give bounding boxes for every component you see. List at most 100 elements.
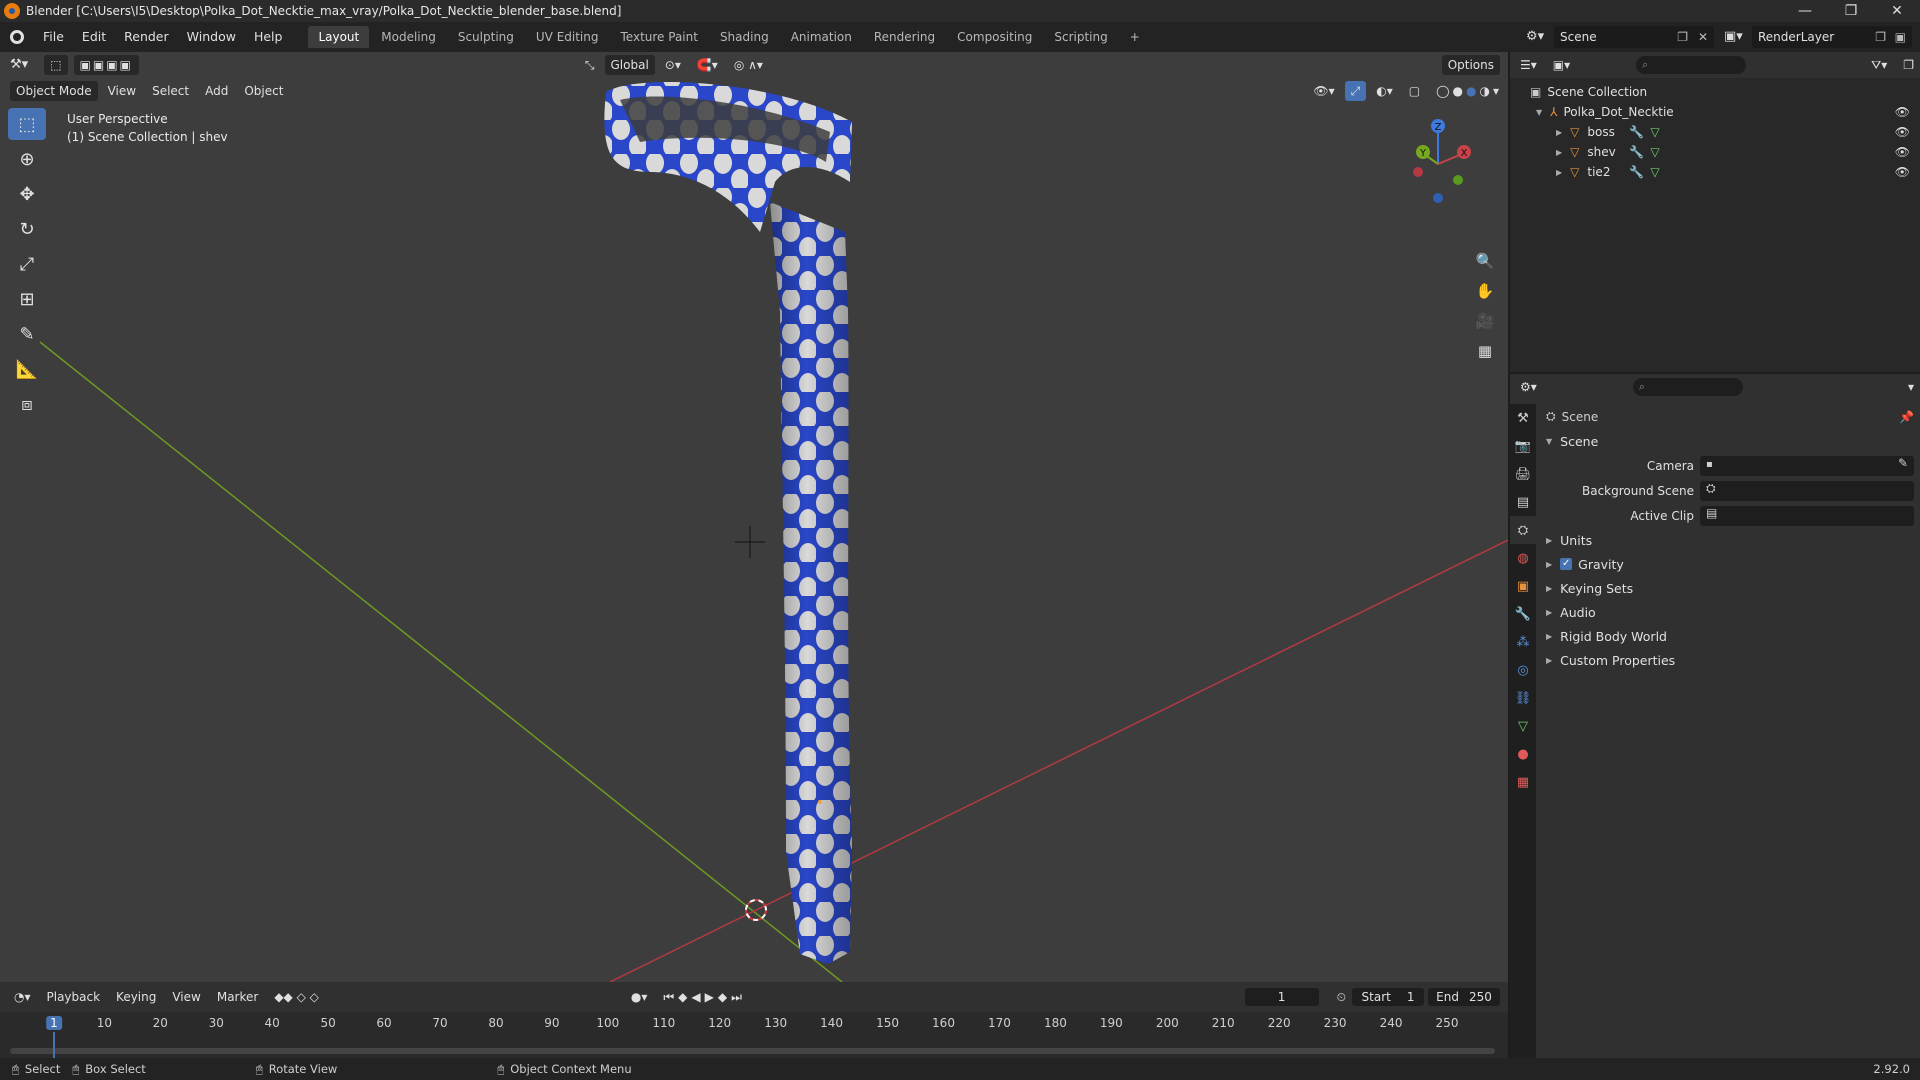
transform-orientation-icon[interactable]: ⤡: [579, 55, 601, 75]
auto-keying-icon[interactable]: ●▾: [625, 987, 654, 1007]
mesh-data-icon[interactable]: ▽: [1650, 165, 1659, 179]
expand-arrow-icon[interactable]: ▶: [1556, 168, 1562, 177]
visibility-eye-icon[interactable]: 👁: [1895, 105, 1910, 119]
panel-expand-icon[interactable]: ▶: [1546, 632, 1552, 641]
render-layer-selector[interactable]: RenderLayer ❐ ▣: [1752, 26, 1912, 48]
audio-panel[interactable]: ▶ Audio: [1540, 600, 1920, 624]
new-collection-icon[interactable]: ❐: [1897, 55, 1920, 75]
object-mode-dropdown[interactable]: Object Mode: [10, 81, 98, 101]
visibility-eye-icon[interactable]: 👁: [1895, 165, 1910, 179]
modifier-wrench-icon[interactable]: 🔧: [1629, 125, 1644, 139]
add-menu[interactable]: Add: [199, 81, 234, 101]
add-workspace-button[interactable]: +: [1120, 26, 1150, 48]
custom-properties-panel[interactable]: ▶ Custom Properties: [1540, 648, 1920, 672]
keyframe-icons[interactable]: ◆◆ ◇ ◇: [268, 987, 325, 1007]
scene-type-icon[interactable]: ⚙▾: [1526, 26, 1554, 48]
workspace-tab-rendering[interactable]: Rendering: [864, 26, 945, 48]
close-button[interactable]: ✕: [1874, 0, 1920, 22]
snap-icon[interactable]: 🧲▾: [691, 55, 724, 75]
perspective-toggle-icon[interactable]: ▦: [1472, 338, 1498, 364]
properties-search-field[interactable]: ⌕: [1632, 378, 1743, 396]
rotate-tool-icon[interactable]: ↻: [8, 213, 46, 245]
expand-arrow-icon[interactable]: ▶: [1556, 128, 1562, 137]
object-menu[interactable]: Object: [238, 81, 289, 101]
pivot-icon[interactable]: ⊙▾: [659, 55, 687, 75]
properties-options-icon[interactable]: ▾: [1902, 377, 1920, 397]
editor-type-icon[interactable]: ⚒▾: [4, 55, 34, 75]
add-cube-tool-icon[interactable]: ⧈: [8, 388, 46, 420]
playback-menu[interactable]: Playback: [41, 987, 107, 1007]
outliner-row-object[interactable]: ▶ ▽ boss 🔧 ▽ 👁: [1510, 122, 1920, 142]
timeline-editor-type-icon[interactable]: ◔▾: [8, 987, 37, 1007]
panel-expand-icon[interactable]: ▶: [1546, 608, 1552, 617]
pin-icon[interactable]: 📌: [1899, 410, 1914, 424]
particles-tab-icon[interactable]: ⁂: [1510, 628, 1536, 656]
viewport-scene[interactable]: [0, 52, 1508, 982]
modifier-tab-icon[interactable]: 🔧: [1510, 600, 1536, 628]
current-frame-field[interactable]: 1: [1244, 988, 1319, 1006]
tool-tab-icon[interactable]: ⚒: [1510, 404, 1536, 432]
world-tab-icon[interactable]: ◍: [1510, 544, 1536, 572]
workspace-tab-sculpting[interactable]: Sculpting: [448, 26, 524, 48]
menu-render[interactable]: Render: [115, 22, 178, 52]
shading-modes-icons[interactable]: ◯●●◑▾: [1430, 81, 1508, 101]
camera-field[interactable]: ▪ ✎: [1700, 455, 1914, 476]
workspace-tab-animation[interactable]: Animation: [781, 26, 862, 48]
xray-icon[interactable]: ▢: [1403, 81, 1426, 101]
panel-expand-icon[interactable]: ▶: [1546, 584, 1552, 593]
timeline-view-menu[interactable]: View: [166, 987, 206, 1007]
select-menu[interactable]: Select: [146, 81, 195, 101]
proportional-edit-icon[interactable]: ◎ ∧▾: [728, 55, 769, 75]
axis-gizmo[interactable]: Z X Y: [1388, 112, 1508, 222]
select-box-tool-icon[interactable]: ⬚: [8, 108, 46, 140]
remove-layer-icon[interactable]: ▣: [1895, 30, 1906, 44]
scene-panel-header[interactable]: ▼ Scene: [1540, 429, 1920, 453]
minimize-button[interactable]: —: [1782, 0, 1828, 22]
zoom-icon[interactable]: 🔍: [1472, 248, 1498, 274]
active-clip-field[interactable]: ▤: [1700, 505, 1914, 526]
panel-expand-icon[interactable]: ▶: [1546, 656, 1552, 665]
modifier-wrench-icon[interactable]: 🔧: [1629, 145, 1644, 159]
overlay-icon[interactable]: ◐▾: [1370, 81, 1399, 101]
gravity-checkbox[interactable]: ✓: [1560, 558, 1573, 570]
eyedropper-icon[interactable]: ✎: [1898, 456, 1908, 470]
annotate-tool-icon[interactable]: ✎: [8, 318, 46, 350]
render-tab-icon[interactable]: 📷: [1510, 432, 1536, 460]
outliner-editor-type-icon[interactable]: ☰▾: [1514, 55, 1543, 75]
keying-menu[interactable]: Keying: [110, 987, 162, 1007]
copy-layer-icon[interactable]: ❐: [1875, 30, 1886, 44]
empty-object[interactable]: [735, 526, 765, 558]
material-tab-icon[interactable]: ●: [1510, 740, 1536, 768]
workspace-tab-shading[interactable]: Shading: [710, 26, 779, 48]
panel-expand-icon[interactable]: ▶: [1546, 536, 1552, 545]
necktie-object[interactable]: [604, 82, 852, 964]
start-frame-field[interactable]: Start 1: [1352, 988, 1424, 1006]
mesh-data-icon[interactable]: ▽: [1650, 125, 1659, 139]
physics-tab-icon[interactable]: ◎: [1510, 656, 1536, 684]
camera-view-icon[interactable]: 🎥: [1472, 308, 1498, 334]
workspace-tab-texture-paint[interactable]: Texture Paint: [611, 26, 708, 48]
display-mode-icon[interactable]: ▣▾: [1547, 55, 1576, 75]
menu-window[interactable]: Window: [178, 22, 245, 52]
menu-help[interactable]: Help: [245, 22, 292, 52]
modifier-wrench-icon[interactable]: 🔧: [1629, 165, 1644, 179]
blender-logo-icon[interactable]: [0, 30, 34, 44]
constraints-tab-icon[interactable]: ⛓: [1510, 684, 1536, 712]
remove-scene-icon[interactable]: ✕: [1698, 30, 1708, 44]
mesh-data-tab-icon[interactable]: ▽: [1510, 712, 1536, 740]
selection-mode-icons[interactable]: ▣▣▣▣: [73, 55, 139, 75]
gizmo-toggle-icon[interactable]: ⤢: [1344, 81, 1367, 101]
render-layer-icon[interactable]: ▣▾: [1724, 26, 1752, 48]
cursor-tool-icon[interactable]: ⊕: [8, 143, 46, 175]
restore-button[interactable]: ❐: [1828, 0, 1874, 22]
rigid-body-world-panel[interactable]: ▶ Rigid Body World: [1540, 624, 1920, 648]
visibility-eye-icon[interactable]: 👁: [1895, 145, 1910, 159]
marker-menu[interactable]: Marker: [211, 987, 264, 1007]
visibility-icon[interactable]: 👁▾: [1307, 81, 1340, 101]
gravity-panel[interactable]: ▶ ✓ Gravity: [1540, 552, 1920, 576]
filter-icon[interactable]: ⛛▾: [1865, 55, 1893, 75]
transform-tool-icon[interactable]: ⊞: [8, 283, 46, 315]
outliner-row-object[interactable]: ▶ ▽ shev 🔧 ▽ 👁: [1510, 142, 1920, 162]
expand-arrow-icon[interactable]: ▼: [1536, 108, 1542, 117]
pan-hand-icon[interactable]: ✋: [1472, 278, 1498, 304]
